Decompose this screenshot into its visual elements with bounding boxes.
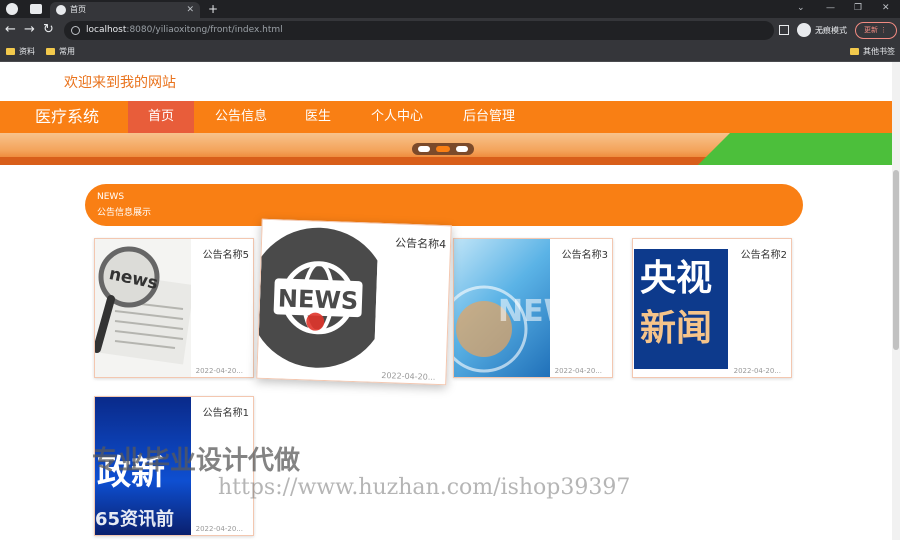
thumb-text: 新闻 [640,308,713,349]
bookmark-label: 资料 [19,47,35,56]
profile-label[interactable]: 无痕模式 [815,18,847,43]
card-date: 2022-04-20... [554,367,602,375]
thumb-text: NEW [498,294,550,329]
main-nav: 医疗系统 首页 公告信息 医生 个人中心 后台管理 [0,101,892,133]
watermark-text: 专业毕业设计代做 [92,446,301,476]
browser-menu-icon[interactable] [6,3,18,15]
globe-icon [56,5,66,15]
news-thumbnail: NEWS [257,219,379,384]
carousel-indicators [412,143,474,155]
reload-icon[interactable]: ↻ [43,22,54,38]
blue-news-image: NEW [454,285,550,373]
restore-icon[interactable]: ❐ [854,0,862,16]
folder-icon [6,48,15,55]
card-title: 公告名称1 [202,408,249,419]
bookmark-label: 其他书签 [863,47,895,56]
url-host: localhost [86,25,127,35]
site-logo[interactable]: 医疗系统 [35,101,99,133]
section-subtitle: 公告信息展示 [97,208,152,218]
welcome-text: 欢迎来到我的网站 [64,75,176,91]
nav-profile[interactable]: 个人中心 [360,101,434,133]
close-icon[interactable]: ✕ [186,2,194,18]
incognito-icon[interactable] [797,23,811,37]
bookmark-label: 常用 [59,47,75,56]
carousel-banner[interactable] [0,133,892,165]
thumb-text: NEWS [277,284,358,315]
back-icon[interactable]: ← [5,22,16,38]
info-icon[interactable] [71,26,80,35]
window-close-icon[interactable]: ✕ [882,0,890,16]
folder-icon [46,48,55,55]
bookmarks-bar: 资料 常用 其他书签 [0,43,900,62]
thumb-text: 65资讯前 [95,509,175,530]
news-thumbnail: news [95,239,191,377]
card-date: 2022-04-20... [381,371,436,382]
tab-group-icon[interactable] [30,4,42,14]
news-globe-image: NEWS [257,227,379,368]
thumb-text: 央视 [640,258,713,299]
card-title: 公告名称2 [740,250,787,261]
news-card[interactable]: 央视 新闻 公告名称2 2022-04-20... [632,238,792,378]
browser-tab-bar: 首页 ✕ + ⌄ — ❐ ✕ [0,0,900,18]
forward-icon[interactable]: → [24,22,35,38]
card-title: 公告名称5 [202,250,249,261]
news-thumbnail: NEW [454,239,550,377]
news-thumbnail: 央视 新闻 [633,239,729,377]
bookmark-folder[interactable]: 常用 [46,43,75,61]
page-scrollbar-thumb[interactable] [893,170,899,350]
card-date: 2022-04-20... [733,367,781,375]
update-button[interactable]: 更新 ⋮ [855,22,897,39]
update-label: 更新 [864,26,878,34]
section-title: NEWS [97,192,125,202]
nav-doctors[interactable]: 医生 [292,101,344,133]
tab-search-icon[interactable]: ⌄ [797,0,805,16]
carousel-dot[interactable] [418,146,430,152]
newspaper-magnifier-image: news [95,246,191,365]
nav-home[interactable]: 首页 [128,101,194,133]
news-card[interactable]: news 公告名称5 2022-04-20... [94,238,254,378]
minimize-icon[interactable]: — [826,0,835,16]
news-card-hovered[interactable]: NEWS 公告名称4 2022-04-20... [256,218,452,386]
card-title: 公告名称4 [394,236,447,252]
news-section-header: NEWS 公告信息展示 [85,184,803,226]
cctv-news-image: 央视 新闻 [634,249,728,369]
nav-admin[interactable]: 后台管理 [452,101,526,133]
card-date: 2022-04-20... [195,525,243,533]
watermark-url: https://www.huzhan.com/ishop39397 [218,475,631,500]
new-tab-button[interactable]: + [208,0,218,18]
tab-title: 首页 [70,5,86,14]
other-bookmarks[interactable]: 其他书签 [850,43,895,61]
address-bar[interactable]: localhost:8080/yiliaoxitong/front/index.… [64,21,826,40]
url-path: :8080/yiliaoxitong/front/index.html [126,25,283,35]
bookmark-folder[interactable]: 资料 [6,43,35,61]
browser-toolbar: ← → ↻ localhost:8080/yiliaoxitong/front/… [0,18,900,43]
side-panel-icon[interactable] [779,25,789,35]
banner-green-shape [670,133,892,165]
browser-tab[interactable]: 首页 ✕ [50,2,200,18]
carousel-dot[interactable] [456,146,468,152]
card-date: 2022-04-20... [195,367,243,375]
folder-icon [850,48,859,55]
card-title: 公告名称3 [561,250,608,261]
news-card[interactable]: NEW 公告名称3 2022-04-20... [453,238,613,378]
nav-announcements[interactable]: 公告信息 [205,101,277,133]
carousel-dot-active[interactable] [436,146,450,152]
